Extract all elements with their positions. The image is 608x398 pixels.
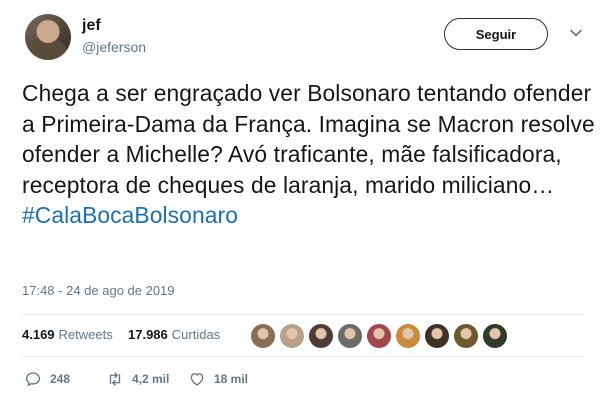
like-count: 18 mil [214,372,249,386]
liker-avatar[interactable] [308,323,334,349]
retweet-count: 4,2 mil [132,372,170,386]
retweets-count: 4.169 [22,327,55,342]
liker-avatar[interactable] [453,323,479,349]
heart-icon [190,373,204,386]
liker-avatar[interactable] [250,323,276,349]
tweet-text: Chega a ser engraçado ver Bolsonaro tent… [22,78,597,231]
reply-count: 248 [50,372,71,386]
tweet-stats: 4.169 Retweets 17.986 Curtidas [22,316,582,356]
reply-icon [25,372,41,387]
retweet-button[interactable]: 4,2 mil [106,370,169,388]
follow-button[interactable]: Seguir [444,18,548,50]
liker-avatar[interactable] [366,323,392,349]
retweets-stat[interactable]: 4.169 Retweets [22,327,113,342]
likes-count: 17.986 [128,327,168,342]
user-name[interactable]: jef [82,17,101,35]
liker-avatar[interactable] [482,323,508,349]
liker-avatar[interactable] [279,323,305,349]
liker-avatar[interactable] [424,323,450,349]
liker-avatar[interactable] [337,323,363,349]
hashtag-link[interactable]: #CalaBocaBolsonaro [22,202,238,228]
tweet-header: jef @jeferson Seguir [25,14,585,62]
divider [22,314,584,315]
like-button[interactable]: 18 mil [188,370,248,388]
avatar[interactable] [25,14,71,60]
liker-avatar[interactable] [395,323,421,349]
tweet-timestamp[interactable]: 17:48 - 24 de ago de 2019 [22,283,175,298]
likes-stat[interactable]: 17.986 Curtidas [128,327,220,342]
tweet-actions: 248 4,2 mil 18 mil [22,370,322,392]
tweet-body: Chega a ser engraçado ver Bolsonaro tent… [22,80,595,198]
user-handle[interactable]: @jeferson [82,39,146,55]
likes-label: Curtidas [171,327,221,342]
divider [22,356,584,357]
reply-button[interactable]: 248 [24,370,70,388]
retweet-icon [109,372,121,386]
chevron-down-icon[interactable] [569,26,583,40]
retweets-label: Retweets [58,327,113,342]
